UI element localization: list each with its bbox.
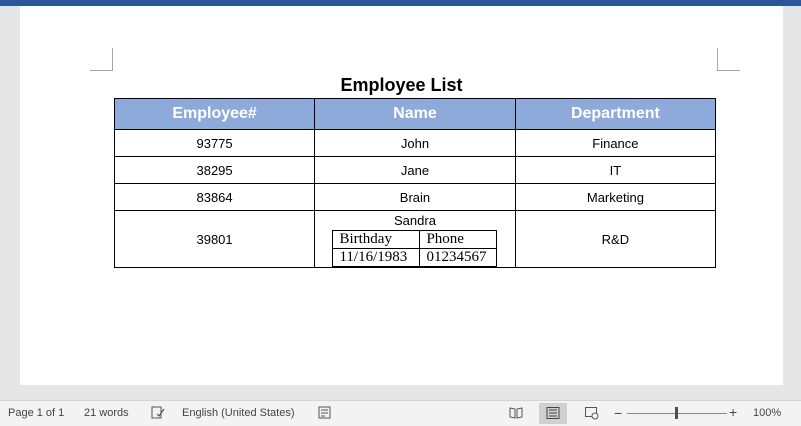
cell-name-with-nested-table[interactable]: Sandra Birthday Phone 11/16/1983 0123456… bbox=[314, 210, 516, 268]
nested-header-birthday[interactable]: Birthday bbox=[332, 230, 421, 249]
document-title[interactable]: Employee List bbox=[20, 74, 783, 96]
read-mode-button[interactable] bbox=[502, 403, 530, 424]
cell-employee-number[interactable]: 38295 bbox=[113, 156, 316, 184]
nested-details-table[interactable]: Birthday Phone 11/16/1983 01234567 bbox=[332, 230, 498, 267]
zoom-in-button[interactable]: + bbox=[729, 404, 737, 420]
word-count[interactable]: 21 words bbox=[84, 407, 129, 419]
web-layout-button[interactable] bbox=[578, 403, 606, 424]
table-row: 83864 Brain Marketing bbox=[113, 183, 717, 211]
nested-header-phone[interactable]: Phone bbox=[419, 230, 498, 249]
cell-name[interactable]: Sandra bbox=[315, 213, 515, 228]
cell-department[interactable]: Marketing bbox=[514, 183, 717, 211]
web-layout-icon bbox=[585, 407, 599, 420]
zoom-out-button[interactable]: − bbox=[614, 405, 622, 421]
table-row: 38295 Jane IT bbox=[113, 156, 717, 184]
table-row: 93775 John Finance bbox=[113, 129, 717, 157]
cell-department[interactable]: IT bbox=[514, 156, 717, 184]
language-status[interactable]: English (United States) bbox=[182, 407, 295, 419]
crop-mark-top-left bbox=[90, 48, 113, 71]
page-count[interactable]: Page 1 of 1 bbox=[8, 407, 64, 419]
nested-value-phone[interactable]: 01234567 bbox=[419, 248, 498, 267]
document-page[interactable]: Employee List Employee# Name Department … bbox=[20, 6, 783, 385]
cell-department[interactable]: R&D bbox=[514, 210, 717, 268]
cell-department[interactable]: Finance bbox=[514, 129, 717, 157]
cell-name[interactable]: Jane bbox=[314, 156, 516, 184]
print-layout-icon bbox=[546, 407, 560, 419]
accessibility-icon[interactable] bbox=[318, 406, 332, 419]
document-canvas[interactable]: Employee List Employee# Name Department … bbox=[0, 6, 801, 400]
header-employee-number[interactable]: Employee# bbox=[113, 98, 316, 130]
table-row: 39801 Sandra Birthday Phone 11/16/1983 0… bbox=[113, 210, 717, 268]
proofing-icon[interactable] bbox=[151, 406, 165, 419]
cell-employee-number[interactable]: 93775 bbox=[113, 129, 316, 157]
crop-mark-top-right bbox=[717, 48, 740, 71]
read-mode-icon bbox=[509, 407, 523, 419]
header-name[interactable]: Name bbox=[314, 98, 516, 130]
cell-name[interactable]: John bbox=[314, 129, 516, 157]
employee-table[interactable]: Employee# Name Department 93775 John Fin… bbox=[113, 98, 717, 268]
cell-employee-number[interactable]: 39801 bbox=[113, 210, 316, 268]
cell-employee-number[interactable]: 83864 bbox=[113, 183, 316, 211]
zoom-slider-thumb[interactable] bbox=[675, 407, 678, 419]
zoom-level[interactable]: 100% bbox=[753, 407, 781, 419]
print-layout-button[interactable] bbox=[539, 403, 567, 424]
status-bar: Page 1 of 1 21 words English (United Sta… bbox=[0, 400, 801, 426]
table-header-row: Employee# Name Department bbox=[113, 98, 717, 130]
cell-name[interactable]: Brain bbox=[314, 183, 516, 211]
nested-value-birthday[interactable]: 11/16/1983 bbox=[332, 248, 421, 267]
header-department[interactable]: Department bbox=[514, 98, 717, 130]
